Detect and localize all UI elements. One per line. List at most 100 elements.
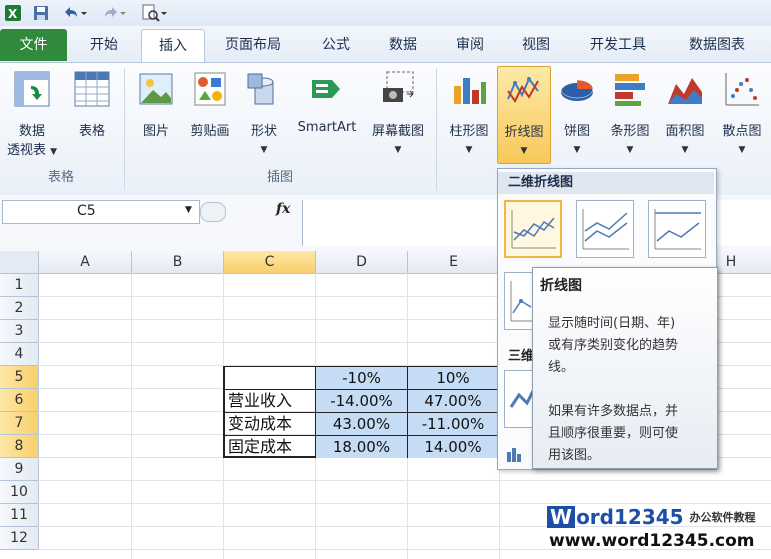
column-header-a[interactable]: A [39, 251, 132, 274]
row-header-3[interactable]: 3 [0, 320, 39, 343]
tooltip-text: 用该图。 [548, 448, 601, 463]
gallery-section-2d: 二维折线图 [498, 172, 714, 194]
tooltip-text: 且顺序很重要，则可使 [548, 426, 679, 441]
undo-icon[interactable] [60, 4, 88, 22]
chevron-down-icon: ▼ [573, 145, 581, 155]
scatter-chart-button[interactable]: 散点图 ▼ [713, 70, 771, 155]
select-all-corner[interactable] [0, 251, 39, 274]
table-inner-line [224, 435, 498, 436]
tab-view[interactable]: 视图 [505, 29, 567, 61]
picture-button[interactable]: 图片 [130, 70, 182, 139]
chevron-down-icon[interactable]: ▼ [185, 205, 192, 215]
excel-icon[interactable]: X [4, 4, 22, 22]
picture-label: 图片 [142, 124, 169, 139]
row-header-10[interactable]: 10 [0, 481, 39, 504]
table-label: 表格 [78, 124, 105, 139]
row-header-11[interactable]: 11 [0, 504, 39, 527]
redo-icon[interactable] [100, 4, 128, 22]
watermark-url: www.word12345.com [549, 531, 755, 551]
name-box[interactable]: C5 ▼ [2, 200, 200, 224]
column-chart-icon [442, 70, 496, 112]
cell-e6[interactable]: 47.00% [408, 390, 498, 412]
column-header-e[interactable]: E [408, 251, 500, 274]
tab-insert[interactable]: 插入 [141, 29, 205, 64]
cell-d7[interactable]: 43.00% [316, 413, 407, 435]
gallery-100-stacked-line-chart[interactable] [648, 200, 706, 258]
row-header-4[interactable]: 4 [0, 343, 39, 366]
line-chart-icon [498, 71, 550, 113]
bar-chart-button[interactable]: 条形图 ▼ [603, 70, 657, 155]
chevron-down-icon: ▼ [50, 147, 58, 157]
pie-chart-icon [553, 70, 601, 112]
pivot-table-icon [4, 70, 60, 112]
table-button[interactable]: 表格 [66, 70, 118, 139]
row-header-9[interactable]: 9 [0, 458, 39, 481]
watermark-brand: ord12345 [576, 505, 684, 529]
cell-d5[interactable]: -10% [316, 367, 407, 389]
tab-home[interactable]: 开始 [73, 29, 135, 61]
tooltip-title: 折线图 [540, 278, 582, 294]
gallery-line-with-markers[interactable] [504, 272, 534, 330]
formula-resize-handle[interactable] [200, 202, 226, 222]
gallery-stacked-line-chart[interactable] [576, 200, 634, 258]
clipart-label: 剪贴画 [190, 124, 230, 139]
column-header-d[interactable]: D [316, 251, 408, 274]
insert-function-icon[interactable]: fx [276, 201, 290, 217]
pie-chart-button[interactable]: 饼图 ▼ [553, 70, 601, 155]
shapes-button[interactable]: 形状 ▼ [240, 70, 288, 155]
clipart-button[interactable]: 剪贴画 [184, 70, 236, 139]
all-chart-types-icon[interactable] [506, 446, 524, 466]
print-preview-icon[interactable] [140, 4, 168, 22]
screenshot-button[interactable]: 屏幕截图 ▼ [364, 70, 432, 155]
line-markers-thumb-icon [510, 281, 533, 322]
tab-chart-data[interactable]: 数据图表 [672, 29, 762, 61]
cell-c8[interactable]: 固定成本 [225, 436, 315, 458]
chevron-down-icon: ▼ [465, 145, 473, 155]
area-chart-button[interactable]: 面积图 ▼ [658, 70, 712, 155]
watermark-w: W [547, 506, 576, 528]
cell-c5[interactable] [225, 367, 315, 389]
save-icon[interactable] [32, 4, 50, 22]
gallery-section-3d: 三维 [508, 349, 535, 364]
row-header-7[interactable]: 7 [0, 412, 39, 435]
line-chart-label: 折线图 [504, 125, 544, 140]
cell-e8[interactable]: 14.00% [408, 436, 498, 458]
name-box-value: C5 [77, 203, 96, 219]
column-header-c[interactable]: C [224, 251, 316, 274]
row-header-5[interactable]: 5 [0, 366, 39, 389]
column-header-h[interactable]: H [716, 251, 746, 274]
row-header-1[interactable]: 1 [0, 274, 39, 297]
pivot-table-button[interactable]: 数据 透视表 ▼ [4, 70, 60, 158]
bar-chart-icon [603, 70, 657, 112]
tab-page-layout[interactable]: 页面布局 [210, 29, 296, 61]
group-separator [436, 68, 437, 190]
smartart-label: SmartArt [297, 120, 357, 135]
row-header-6[interactable]: 6 [0, 389, 39, 412]
line-chart-button[interactable]: 折线图 ▼ [497, 66, 551, 164]
tab-file[interactable]: 文件 [0, 29, 67, 61]
picture-icon [130, 70, 182, 112]
tooltip-text: 线。 [548, 360, 575, 375]
gallery-3d-line-chart[interactable] [504, 370, 535, 428]
smartart-button[interactable]: SmartArt [292, 70, 362, 135]
row-header-2[interactable]: 2 [0, 297, 39, 320]
group-label-tables: 表格 [47, 170, 74, 185]
cell-c6[interactable]: 营业收入 [225, 390, 315, 412]
column-header-b[interactable]: B [132, 251, 224, 274]
cell-d8[interactable]: 18.00% [316, 436, 407, 458]
tab-review[interactable]: 审阅 [439, 29, 501, 61]
cell-c7[interactable]: 变动成本 [225, 413, 315, 435]
shapes-label: 形状 [250, 124, 277, 139]
group-label-illustrations: 插图 [266, 170, 293, 185]
row-header-12[interactable]: 12 [0, 527, 39, 550]
chevron-down-icon: ▼ [520, 146, 528, 156]
tab-formulas[interactable]: 公式 [305, 29, 367, 61]
tab-developer[interactable]: 开发工具 [575, 29, 661, 61]
cell-d6[interactable]: -14.00% [316, 390, 407, 412]
gallery-line-chart[interactable] [504, 200, 562, 258]
column-chart-button[interactable]: 柱形图 ▼ [442, 70, 496, 155]
row-header-8[interactable]: 8 [0, 435, 39, 458]
cell-e5[interactable]: 10% [408, 367, 498, 389]
tab-data[interactable]: 数据 [372, 29, 434, 61]
cell-e7[interactable]: -11.00% [408, 413, 498, 435]
